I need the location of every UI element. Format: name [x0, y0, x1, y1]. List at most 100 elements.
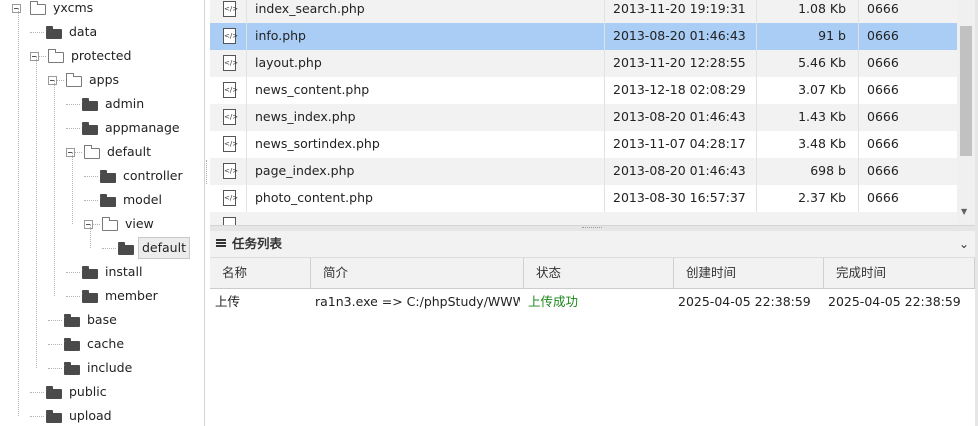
file-name: page_index.php: [246, 158, 596, 185]
file-size: 5.46 Kb: [756, 50, 854, 77]
tree-node-label: data: [69, 24, 98, 39]
tree-node-label: public: [69, 384, 107, 399]
collapse-icon[interactable]: ⌄: [959, 231, 969, 257]
php-file-icon: </>: [223, 55, 238, 71]
file-size: 2.37 Kb: [756, 185, 854, 212]
file-row[interactable]: </> news_index.php 2013-08-20 01:46:43 1.43…: [210, 104, 957, 132]
file-size: 3.07 Kb: [756, 77, 854, 104]
folder-icon: [100, 170, 116, 183]
file-permission: 0666: [858, 77, 948, 104]
file-permission: 0666: [858, 131, 948, 158]
collapse-toggle-icon[interactable]: [30, 52, 39, 61]
tree-node-label: install: [105, 264, 143, 279]
folder-open-icon: [30, 1, 46, 15]
php-file-icon: </>: [223, 190, 238, 206]
file-modified: 2013-08-20 01:46:43: [604, 23, 752, 50]
folder-icon: [118, 242, 134, 255]
task-panel-header: 任务列表 ⌄: [210, 231, 975, 258]
file-permission: 0666: [858, 104, 948, 131]
folder-tree: yxcms data protected apps admin appmanage defa…: [0, 0, 205, 426]
file-modified: 2013-11-20 19:19:31: [604, 0, 752, 23]
collapse-toggle-icon[interactable]: [84, 220, 93, 229]
file-row[interactable]: </> page_index.php 2013-08-20 01:46:43 698 …: [210, 158, 957, 186]
file-name: news_content.php: [246, 77, 596, 104]
collapse-toggle-icon[interactable]: [66, 148, 75, 157]
folder-open-icon: [48, 49, 64, 63]
file-row[interactable]: </> news_sortindex.php 2013-11-07 04:28:17…: [210, 131, 957, 159]
tree-node-label: controller: [123, 168, 183, 183]
list-icon: [216, 239, 226, 248]
tree-node-label: apps: [89, 72, 120, 87]
folder-icon: [46, 386, 62, 399]
file-modified: 2013-08-20 01:46:43: [604, 158, 752, 185]
php-file-icon: </>: [223, 136, 238, 152]
file-modified: 2013-12-18 02:08:29: [604, 77, 752, 104]
folder-icon: [46, 26, 62, 39]
php-file-icon: </>: [223, 1, 238, 17]
folder-open-icon: [102, 217, 118, 231]
file-list-scrollbar[interactable]: ▼: [957, 0, 975, 225]
column-name[interactable]: 名称: [210, 258, 311, 288]
folder-open-icon: [84, 145, 100, 159]
task-panel-title: 任务列表: [232, 236, 283, 251]
file-size: 91 b: [756, 23, 854, 50]
file-row[interactable]: </> info.php 2013-08-20 01:46:43 91 b 0666: [210, 23, 957, 51]
file-permission: 0666: [858, 185, 948, 212]
file-size: 698 b: [756, 158, 854, 185]
tree-node-label: base: [87, 312, 117, 327]
folder-icon: [64, 314, 80, 327]
php-file-icon: </>: [223, 28, 238, 44]
splitter-grip[interactable]: [206, 160, 207, 184]
file-row[interactable]: </> photo_content.php 2013-08-30 16:57:37 2…: [210, 185, 957, 213]
tree-node-label: cache: [87, 336, 125, 351]
file-permission: 0666: [858, 23, 948, 50]
file-size: 1.08 Kb: [756, 0, 854, 23]
tree-node-label: view: [125, 216, 154, 231]
php-file-icon: [223, 217, 236, 225]
task-description: ra1n3.exe => C:/phpStudy/WWW/: [315, 294, 520, 309]
file-name: info.php: [246, 23, 596, 50]
collapse-toggle-icon[interactable]: [12, 4, 21, 13]
file-name: layout.php: [246, 50, 596, 77]
file-row[interactable]: </> news_content.php 2013-12-18 02:08:29 3.…: [210, 77, 957, 105]
column-status[interactable]: 状态: [524, 258, 674, 288]
task-name: 上传: [215, 294, 241, 309]
file-permission: 0666: [858, 158, 948, 185]
task-status: 上传成功: [528, 294, 579, 309]
file-size: 1.43 Kb: [756, 104, 854, 131]
php-file-icon: </>: [223, 82, 238, 98]
tree-node-label: model: [123, 192, 162, 207]
file-name: news_sortindex.php: [246, 131, 596, 158]
folder-icon: [46, 410, 62, 423]
tree-node-label: include: [87, 360, 133, 375]
task-created-time: 2025-04-05 22:38:59: [678, 294, 811, 309]
column-created-time[interactable]: 创建时间: [674, 258, 824, 288]
collapse-toggle-icon[interactable]: [48, 76, 57, 85]
task-row[interactable]: 上传 ra1n3.exe => C:/phpStudy/WWW/ 上传成功 20…: [210, 289, 975, 315]
folder-icon: [82, 290, 98, 303]
tree-node-label: member: [105, 288, 158, 303]
folder-icon: [100, 194, 116, 207]
file-modified: 2013-11-20 12:28:55: [604, 50, 752, 77]
tree-node-label: upload: [69, 408, 112, 423]
folder-icon: [64, 338, 80, 351]
tree-node-label: yxcms: [53, 0, 94, 15]
file-row[interactable]: </> layout.php 2013-11-20 12:28:55 5.46 Kb 0…: [210, 50, 957, 78]
scrollbar-thumb[interactable]: [960, 26, 972, 156]
file-modified: 2013-08-20 01:46:43: [604, 104, 752, 131]
file-modified: 2013-11-07 04:28:17: [604, 131, 752, 158]
tree-node-label: default: [107, 144, 151, 159]
php-file-icon: </>: [223, 109, 238, 125]
folder-icon: [82, 98, 98, 111]
file-name: index_search.php: [246, 0, 596, 23]
scroll-down-arrow-icon[interactable]: ▼: [961, 207, 967, 216]
folder-icon: [82, 122, 98, 135]
column-description[interactable]: 简介: [311, 258, 524, 288]
file-row[interactable]: </> index_search.php 2013-11-20 19:19:31 1.…: [210, 0, 957, 24]
file-permission: 0666: [858, 50, 948, 77]
column-finished-time[interactable]: 完成时间: [824, 258, 975, 288]
file-row-partial[interactable]: [210, 212, 957, 225]
folder-icon: [82, 266, 98, 279]
file-name: news_index.php: [246, 104, 596, 131]
folder-icon: [64, 362, 80, 375]
